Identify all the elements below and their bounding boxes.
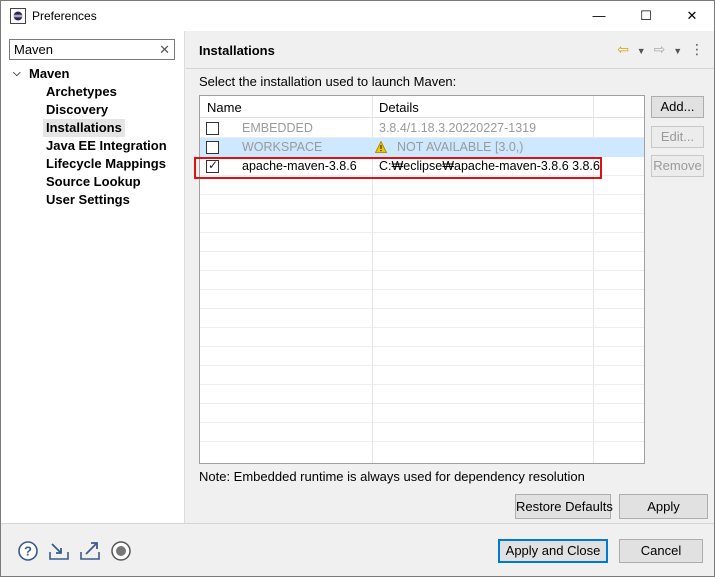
row-gridline <box>200 327 644 328</box>
eclipse-icon <box>10 8 26 24</box>
window-title: Preferences <box>32 9 97 23</box>
header-divider <box>186 68 714 69</box>
table-header: Name Details <box>200 96 644 118</box>
view-menu-icon[interactable]: ⋮ <box>690 41 704 58</box>
note-label: Note: Embedded runtime is always used fo… <box>199 469 585 484</box>
table-row[interactable]: EMBEDDED 3.8.4/1.18.3.20220227-1319 <box>200 119 644 138</box>
tree-item-discovery[interactable]: Discovery <box>46 101 108 119</box>
preferences-tree-pane: ✕ ⌵ Maven Archetypes Discovery Installat… <box>1 31 185 523</box>
page-header: Installations ⇦ ▼ ⇨ ▼ ⋮ <box>186 31 714 67</box>
row-gridline <box>200 403 644 404</box>
tree-item-lifecycle-mappings[interactable]: Lifecycle Mappings <box>46 155 166 173</box>
remove-button[interactable]: Remove <box>651 155 704 177</box>
dialog-footer: ? Apply and Close Cancel <box>1 524 714 576</box>
filter-box: ✕ <box>9 39 175 60</box>
preferences-window: Preferences — ☐ ✕ ✕ ⌵ Maven Archetypes D… <box>0 0 715 577</box>
instructions-label: Select the installation used to launch M… <box>199 74 457 89</box>
add-button[interactable]: Add... <box>651 96 704 118</box>
tree-node-maven[interactable]: ⌵ Maven <box>1 65 185 83</box>
restore-defaults-button[interactable]: Restore Defaults <box>515 494 613 519</box>
tree-item-user-settings[interactable]: User Settings <box>46 191 130 209</box>
row-checkbox[interactable] <box>206 122 219 135</box>
tree-item-installations[interactable]: Installations <box>43 119 125 137</box>
record-icon[interactable] <box>110 540 132 562</box>
highlight-annotation <box>194 157 602 179</box>
tree-item-source-lookup[interactable]: Source Lookup <box>46 173 141 191</box>
import-icon[interactable] <box>48 540 70 562</box>
back-menu-chevron-icon[interactable]: ▼ <box>637 46 646 56</box>
row-gridline <box>200 441 644 442</box>
installations-page: Installations ⇦ ▼ ⇨ ▼ ⋮ Select the insta… <box>186 31 714 523</box>
row-gridline <box>200 422 644 423</box>
cancel-button[interactable]: Cancel <box>619 539 703 563</box>
forward-menu-chevron-icon[interactable]: ▼ <box>673 46 682 56</box>
tree-label-maven: Maven <box>29 66 70 81</box>
row-gridline <box>200 194 644 195</box>
title-bar: Preferences — ☐ ✕ <box>1 1 714 31</box>
column-header-name[interactable]: Name <box>207 100 242 115</box>
help-icon[interactable]: ? <box>17 540 39 562</box>
row-gridline <box>200 289 644 290</box>
table-row[interactable]: WORKSPACE NOT AVAILABLE [3.0,) <box>200 138 644 157</box>
edit-button[interactable]: Edit... <box>651 126 704 148</box>
tree-item-archetypes[interactable]: Archetypes <box>46 83 117 101</box>
svg-text:?: ? <box>24 544 32 559</box>
row-gridline <box>200 308 644 309</box>
installation-details: 3.8.4/1.18.3.20220227-1319 <box>379 121 537 135</box>
row-gridline <box>200 384 644 385</box>
row-gridline <box>200 270 644 271</box>
minimize-button[interactable]: — <box>576 1 622 31</box>
chevron-down-icon[interactable]: ⌵ <box>13 65 21 83</box>
row-gridline <box>200 365 644 366</box>
close-button[interactable]: ✕ <box>669 1 715 31</box>
page-navigation: ⇦ ▼ ⇨ ▼ ⋮ <box>613 41 704 59</box>
page-title: Installations <box>199 43 275 58</box>
installations-table[interactable]: Name Details EMBEDDED 3.8.4/1.18.3.20220… <box>199 95 645 464</box>
apply-button[interactable]: Apply <box>619 494 708 519</box>
row-gridline <box>200 251 644 252</box>
export-icon[interactable] <box>79 540 101 562</box>
row-gridline <box>200 346 644 347</box>
installation-name: EMBEDDED <box>242 121 313 135</box>
tree-item-java-ee-integration[interactable]: Java EE Integration <box>46 137 167 155</box>
installation-name: WORKSPACE <box>242 140 323 154</box>
maximize-button[interactable]: ☐ <box>623 1 669 31</box>
forward-arrow-icon[interactable]: ⇨ <box>654 41 666 58</box>
row-gridline <box>200 232 644 233</box>
clear-filter-icon[interactable]: ✕ <box>159 40 170 59</box>
back-arrow-icon[interactable]: ⇦ <box>617 41 629 58</box>
filter-input[interactable] <box>12 41 152 58</box>
apply-and-close-button[interactable]: Apply and Close <box>498 539 608 563</box>
column-header-details[interactable]: Details <box>379 100 419 115</box>
warning-icon <box>375 141 387 153</box>
row-checkbox[interactable] <box>206 141 219 154</box>
installation-details: NOT AVAILABLE [3.0,) <box>397 140 524 154</box>
row-gridline <box>200 213 644 214</box>
